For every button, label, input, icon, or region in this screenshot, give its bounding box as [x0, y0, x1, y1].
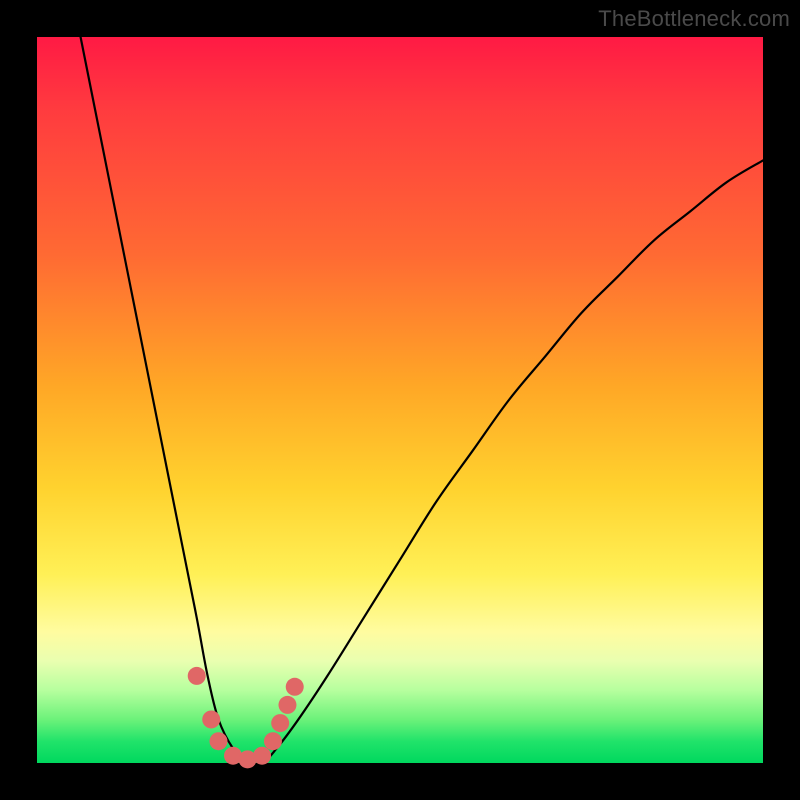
curve-markers	[188, 667, 304, 768]
curve-svg	[37, 37, 763, 763]
chart-frame: TheBottleneck.com	[0, 0, 800, 800]
watermark-text: TheBottleneck.com	[598, 6, 790, 32]
curve-marker	[271, 714, 289, 732]
curve-marker	[202, 710, 220, 728]
curve-marker	[278, 696, 296, 714]
plot-area	[37, 37, 763, 763]
bottleneck-curve	[81, 37, 763, 765]
curve-marker	[210, 732, 228, 750]
curve-marker	[188, 667, 206, 685]
curve-marker	[264, 732, 282, 750]
curve-marker	[286, 678, 304, 696]
curve-marker	[253, 747, 271, 765]
